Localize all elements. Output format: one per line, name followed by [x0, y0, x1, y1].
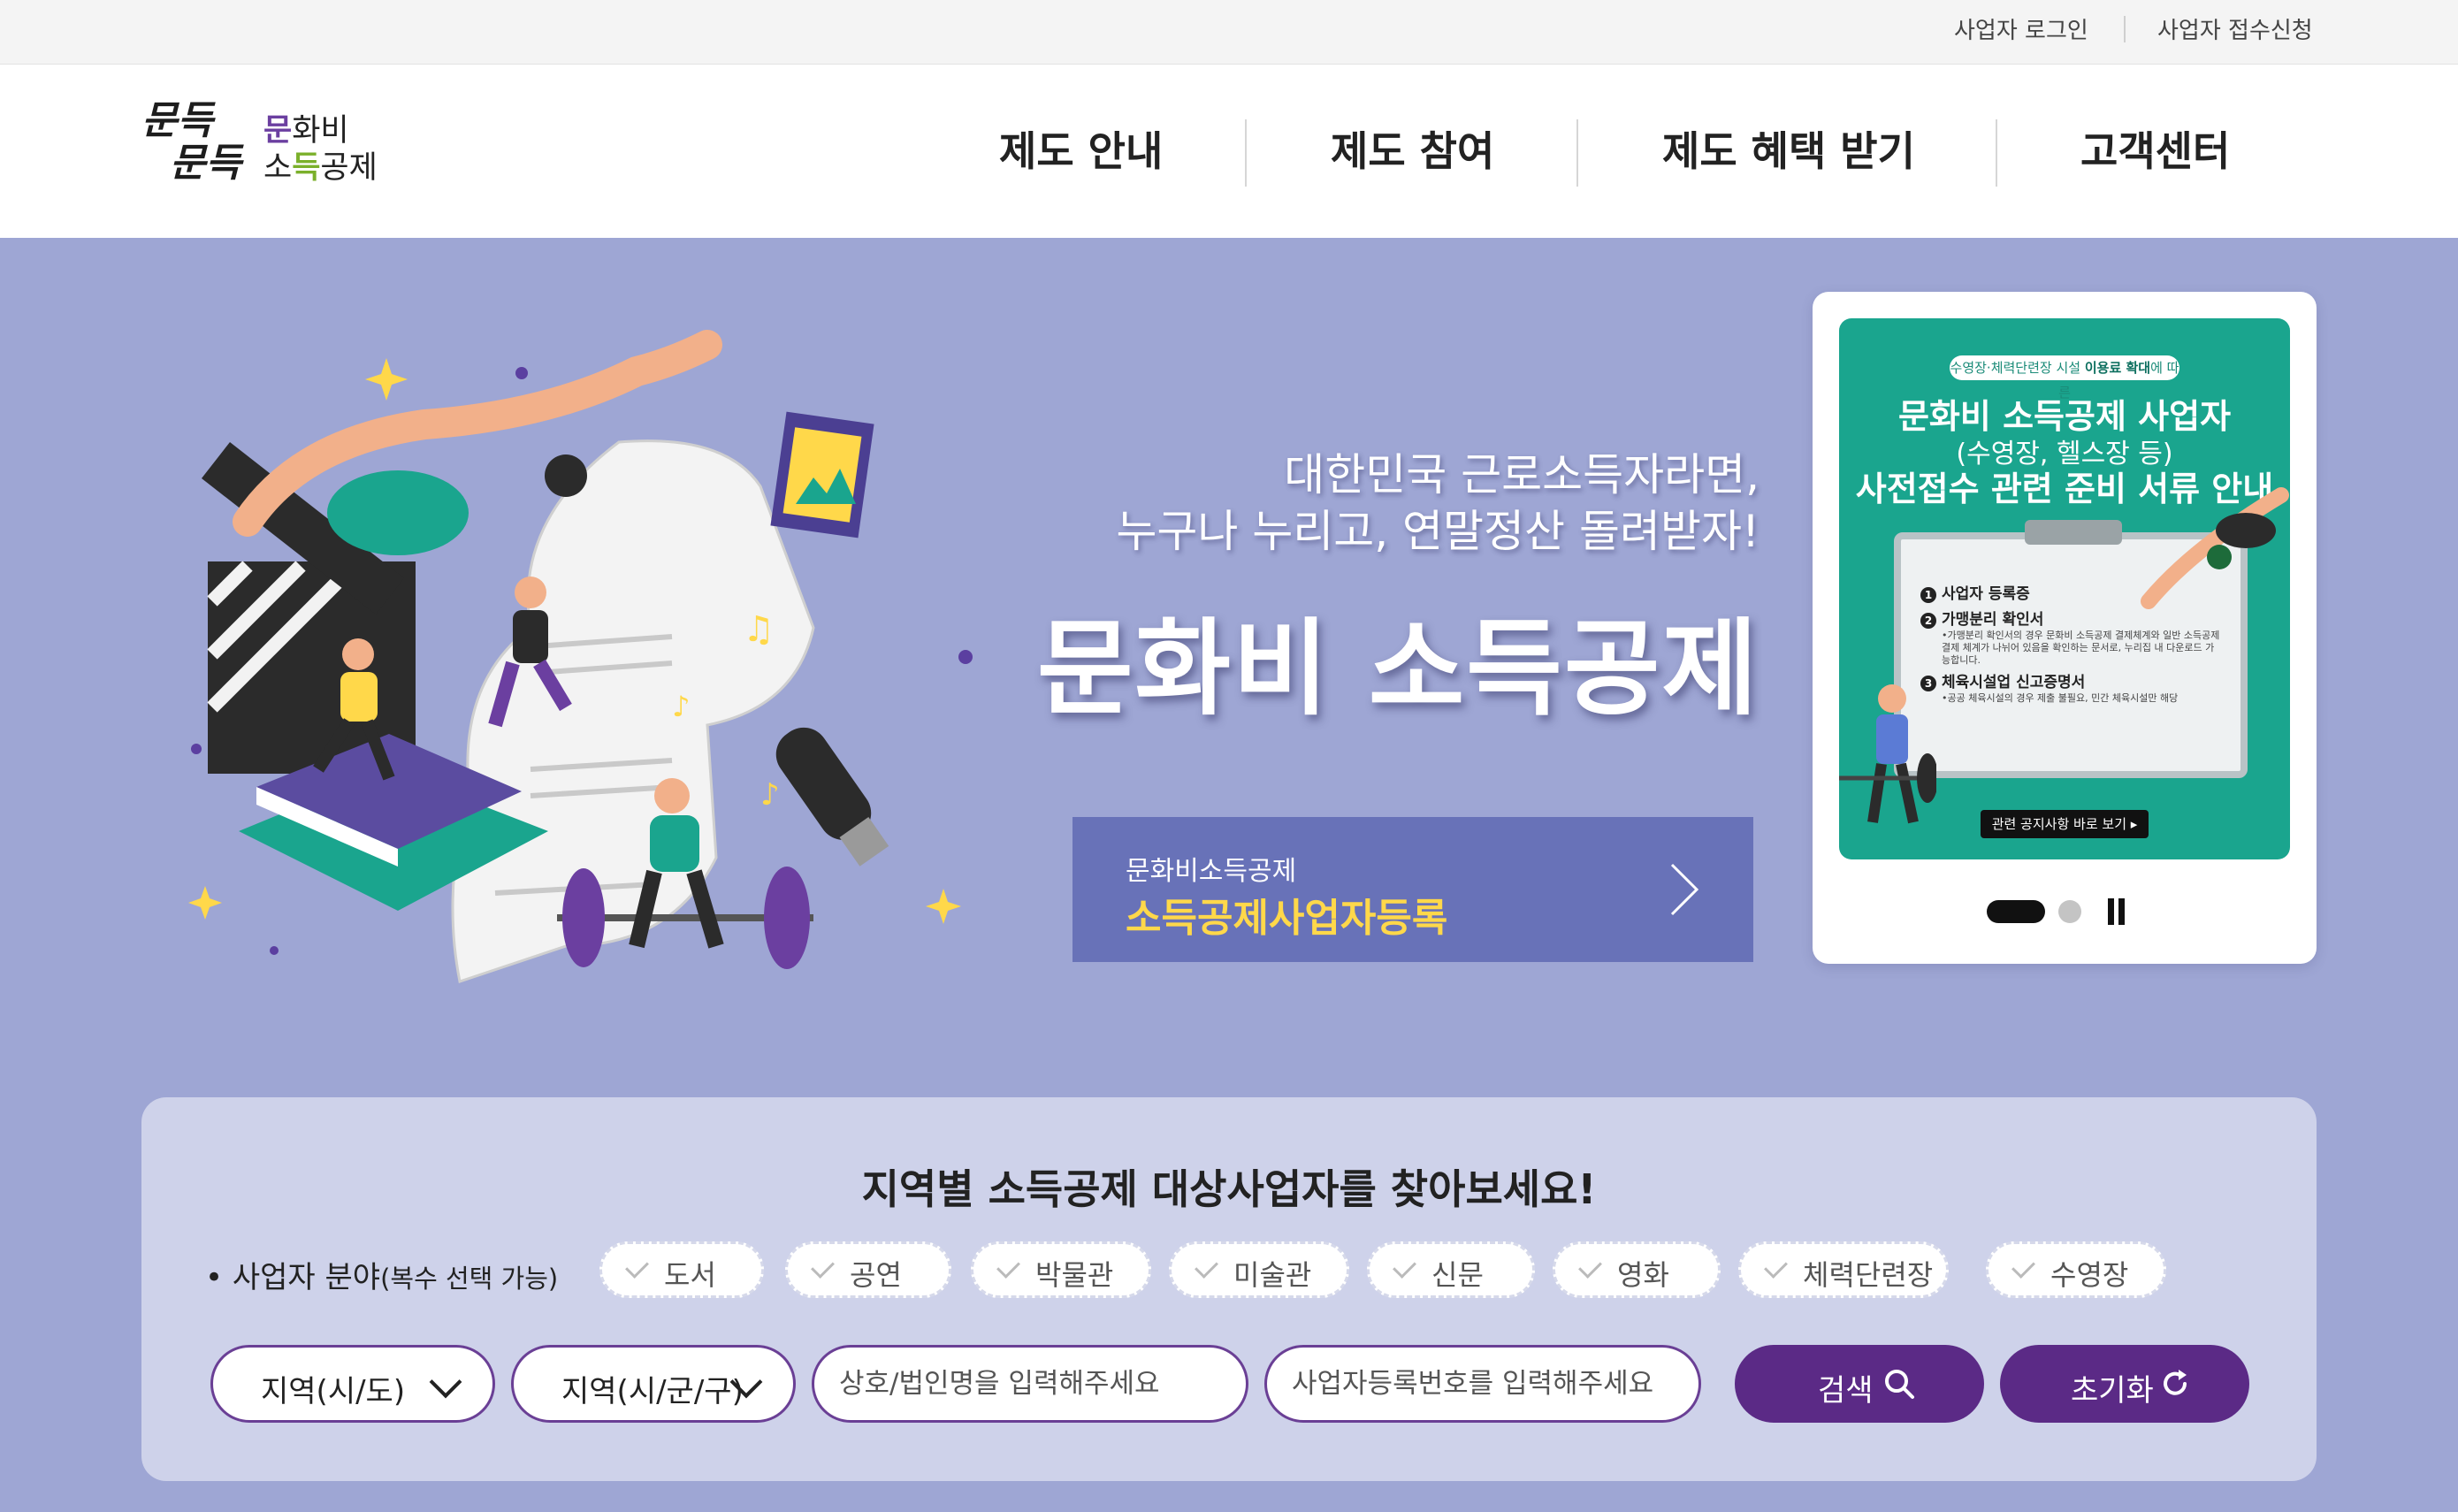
promo-notice-link[interactable]: 관련 공지사항 바로 보기 ▸ — [1981, 810, 2149, 838]
category-chip-art-gallery[interactable]: 미술관 — [1169, 1241, 1349, 1298]
music-note-icon: ♪ — [760, 777, 780, 813]
sparkle-icon — [188, 886, 222, 920]
promo-pill: 수영장·체력단련장 시설 이용료 확대에 따른 — [1950, 355, 2179, 401]
logo-text: 문화비 소득공제 — [263, 113, 378, 186]
chevron-down-icon — [429, 1365, 462, 1399]
nav-receive-benefits[interactable]: 제도 혜택 받기 — [1662, 119, 1915, 178]
category-chip-newspaper[interactable]: 신문 — [1367, 1241, 1535, 1298]
region-sigungu-select[interactable]: 지역(시/군/구) — [511, 1345, 796, 1423]
promo-list-item: 3 체육시설업 신고증명서 — [1920, 674, 2221, 692]
category-chip-swimming-pool[interactable]: 수영장 — [1986, 1241, 2166, 1298]
swimmer-illustration — [2141, 487, 2289, 609]
reset-button[interactable]: 초기화 — [2000, 1345, 2249, 1423]
business-login-link[interactable]: 사업자 로그인 — [1954, 12, 2088, 45]
nav-divider — [1996, 119, 1997, 187]
nav-customer-center[interactable]: 고객센터 — [2080, 119, 2230, 178]
nav-system-participation[interactable]: 제도 참여 — [1331, 119, 1494, 178]
hero-subtitle: 대한민국 근로소득자라면, 누구나 누리고, 연말정산 돌려받자! — [1116, 449, 1760, 557]
carousel-dot[interactable] — [2058, 900, 2081, 923]
check-icon — [1764, 1255, 1788, 1279]
promo-list-note: •공공 체육시설의 경우 제출 불필요, 민간 체육시설만 해당 — [1942, 692, 2179, 704]
check-icon — [1393, 1255, 1416, 1279]
chevron-right-icon — [1670, 863, 1699, 916]
clipboard-clip — [2025, 520, 2122, 545]
microphone-icon — [775, 727, 889, 867]
hero-illustration: ♫ ♪ ♪ — [188, 330, 973, 983]
sparkle-icon — [926, 889, 961, 924]
check-icon — [1195, 1255, 1218, 1279]
utility-bar: 사업자 로그인 사업자 접수신청 — [0, 0, 2458, 65]
hero-title: 문화비 소득공제 — [1036, 607, 1760, 729]
pause-icon[interactable] — [2106, 898, 2127, 925]
check-icon — [1578, 1255, 1602, 1279]
nav-divider — [1576, 119, 1578, 187]
check-icon — [2011, 1255, 2035, 1279]
region-sido-select[interactable]: 지역(시/도) — [210, 1345, 495, 1423]
business-search-panel: 지역별 소득공제 대상사업자를 찾아보세요! • 사업자 분야(복수 선택 가능… — [141, 1097, 2317, 1481]
register-button-caption: 문화비소득공제 — [1126, 856, 1297, 887]
business-apply-link[interactable]: 사업자 접수신청 — [2157, 12, 2313, 45]
check-icon — [625, 1255, 649, 1279]
sparkle-icon — [365, 358, 408, 401]
promo-banner[interactable]: 수영장·체력단련장 시설 이용료 확대에 따른 문화비 소득공제 사업자 (수영… — [1839, 318, 2290, 859]
category-chip-performance[interactable]: 공연 — [785, 1241, 951, 1298]
business-register-button[interactable]: 문화비소득공제 소득공제사업자등록 — [1073, 817, 1753, 962]
search-icon — [1885, 1370, 1914, 1399]
category-chip-museum[interactable]: 박물관 — [971, 1241, 1151, 1298]
search-title: 지역별 소득공제 대상사업자를 찾아보세요! — [861, 1165, 1597, 1213]
music-note-icon: ♫ — [743, 609, 775, 650]
nav-system-guide[interactable]: 제도 안내 — [999, 119, 1163, 178]
search-button[interactable]: 검색 — [1735, 1345, 1984, 1423]
promo-carousel: 수영장·체력단련장 시설 이용료 확대에 따른 문화비 소득공제 사업자 (수영… — [1813, 292, 2317, 964]
site-logo[interactable]: 문득 문득 문화비 소득공제 — [141, 100, 398, 197]
nav-divider — [1245, 119, 1247, 187]
category-field-label: • 사업자 분야(복수 선택 가능) — [205, 1260, 559, 1295]
utility-divider — [2124, 16, 2126, 42]
promo-list-note: •가맹분리 확인서의 경우 문화비 소득공제 결제체계와 일반 소득공제 결제 … — [1942, 630, 2220, 666]
business-number-input[interactable] — [1264, 1345, 1701, 1423]
category-chip-gym[interactable]: 체력단련장 — [1738, 1241, 1949, 1298]
category-chip-movie[interactable]: 영화 — [1553, 1241, 1721, 1298]
logo-script: 문득 문득 — [141, 98, 241, 186]
category-chip-books[interactable]: 도서 — [599, 1241, 764, 1298]
refresh-icon — [2164, 1370, 2187, 1395]
carousel-dot-active[interactable] — [1987, 900, 2045, 923]
weightlifter-illustration — [1839, 684, 1936, 824]
business-name-input[interactable] — [812, 1345, 1248, 1423]
check-icon — [996, 1255, 1020, 1279]
promo-title: 문화비 소득공제 사업자 — [1897, 397, 2232, 436]
promo-list-item: 2 가맹분리 확인서 — [1920, 611, 2221, 630]
music-note-icon: ♪ — [672, 690, 690, 723]
site-header: 문득 문득 문화비 소득공제 제도 안내 제도 참여 제도 혜택 받기 고객센터 — [0, 65, 2458, 238]
check-icon — [811, 1255, 835, 1279]
register-button-label: 소득공제사업자등록 — [1126, 896, 1448, 941]
